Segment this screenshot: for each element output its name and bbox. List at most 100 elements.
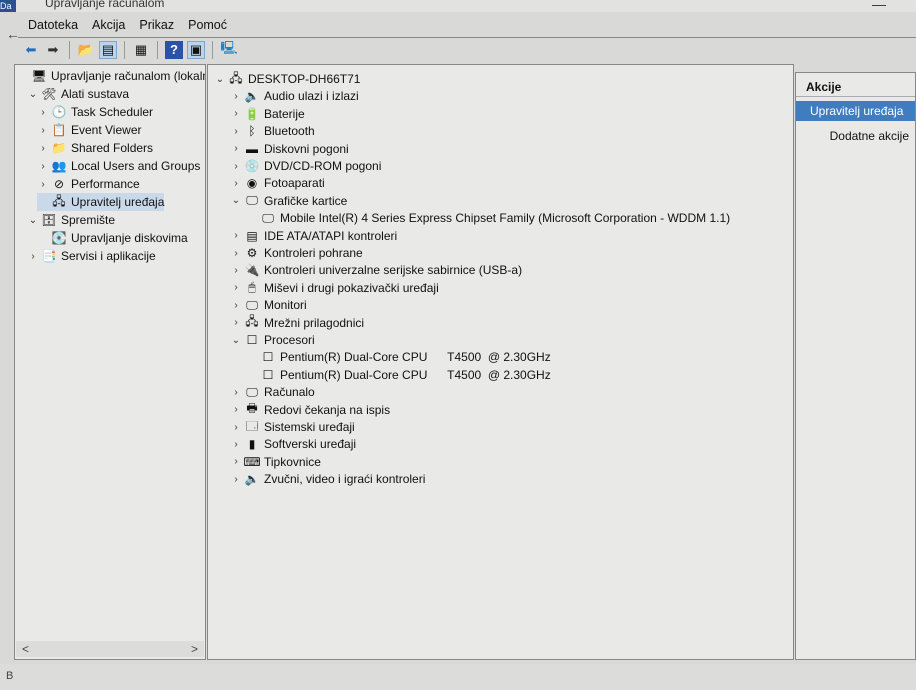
chevron-right-icon[interactable]: › bbox=[230, 282, 242, 293]
up-folder-icon[interactable]: 📂 bbox=[77, 41, 95, 59]
chevron-right-icon[interactable]: › bbox=[37, 161, 49, 172]
chevron-right-icon[interactable]: › bbox=[37, 125, 49, 136]
tree-item-shared-folders[interactable]: › 📁 Shared Folders bbox=[37, 139, 153, 157]
chevron-down-icon[interactable]: ⌄ bbox=[230, 335, 242, 346]
tree-item-kontroleri-pohrane[interactable]: › ⚙ Kontroleri pohrane bbox=[230, 244, 362, 262]
tree-item-kontroleri-univerzalne-serijske-sabirnic[interactable]: › 🔌 Kontroleri univerzalne serijske sabirn… bbox=[230, 261, 522, 279]
tree-item-rac-unalo[interactable]: › 🖵 Računalo bbox=[230, 383, 314, 401]
chevron-right-icon[interactable]: › bbox=[230, 456, 242, 467]
action-upravitelj-uredaja[interactable]: Upravitelj uređaja bbox=[796, 101, 915, 121]
properties-icon[interactable]: ▦ bbox=[132, 41, 150, 59]
tree-item-label: Spremište bbox=[61, 213, 116, 227]
chevron-right-icon[interactable]: › bbox=[230, 126, 242, 137]
tree-item-label: Servisi i aplikacije bbox=[61, 249, 156, 263]
chevron-right-icon[interactable]: › bbox=[230, 387, 242, 398]
app-badge: Da bbox=[0, 0, 16, 12]
chevron-right-icon[interactable]: › bbox=[230, 248, 242, 259]
forward-icon[interactable]: ➡ bbox=[44, 41, 62, 59]
tree-item-event-viewer[interactable]: › 📋 Event Viewer bbox=[37, 121, 141, 139]
tree-item-sistemski-ure-aji[interactable]: › 🗔 Sistemski uređaji bbox=[230, 418, 354, 436]
tree-item-spremis-te[interactable]: ⌄ 🗄 Spremište bbox=[27, 211, 115, 229]
tree-item-baterije[interactable]: › 🔋 Baterije bbox=[230, 105, 305, 123]
tree-item-local-users-and-groups[interactable]: › 👥 Local Users and Groups bbox=[37, 157, 200, 175]
tree-item-alati-sustava[interactable]: ⌄ 🛠 Alati sustava bbox=[27, 85, 129, 103]
chevron-right-icon[interactable]: › bbox=[230, 178, 242, 189]
computer-network-icon[interactable]: 🖳 bbox=[220, 40, 238, 59]
menu-pomoc[interactable]: Pomoć bbox=[188, 18, 227, 32]
tree-item-performance[interactable]: › ⊘ Performance bbox=[37, 175, 139, 193]
tree-item-audio-ulazi-i-izlazi[interactable]: › 🔈 Audio ulazi i izlazi bbox=[230, 87, 359, 105]
chevron-right-icon[interactable]: › bbox=[230, 91, 242, 102]
action-dodatne-akcije[interactable]: Dodatne akcije bbox=[830, 127, 909, 145]
tree-item-zvuc-ni-video-i-igrac-i-kontroleri[interactable]: › 🔈 Zvučni, video i igraći kontroleri bbox=[230, 470, 425, 488]
tree-item-label: Softverski uređaji bbox=[264, 437, 357, 452]
horizontal-scrollbar[interactable]: < > bbox=[16, 641, 204, 657]
tree-item-mobile-intel-r-4-series-express-chipset-[interactable]: 🖵 Mobile Intel(R) 4 Series Express Chipse… bbox=[246, 209, 730, 227]
toolbar: ⬅ ➡ 📂 ▤ ▦ ? ▣ 🖳 bbox=[18, 37, 916, 61]
chevron-right-icon[interactable]: › bbox=[37, 143, 49, 154]
device-icon: 🖵 bbox=[246, 297, 258, 312]
show-hide-tree-icon[interactable]: ▤ bbox=[99, 40, 117, 59]
menu-akcija[interactable]: Akcija bbox=[92, 18, 125, 32]
tree-item-label: Audio ulazi i izlazi bbox=[264, 89, 359, 104]
help-icon[interactable]: ? bbox=[165, 40, 183, 59]
device-icon: 🖶 bbox=[246, 401, 258, 416]
chevron-right-icon[interactable]: › bbox=[230, 317, 242, 328]
chevron-down-icon[interactable]: ⌄ bbox=[27, 215, 39, 226]
device-icon: 🖵 bbox=[262, 210, 274, 225]
chevron-right-icon[interactable]: › bbox=[230, 143, 242, 154]
actions-pane: Akcije Upravitelj uređaja Dodatne akcije bbox=[795, 72, 916, 660]
chevron-right-icon[interactable]: › bbox=[37, 107, 49, 118]
chevron-right-icon[interactable]: › bbox=[230, 422, 242, 433]
tree-item-procesori[interactable]: ⌄ ☐ Procesori bbox=[230, 331, 315, 349]
chevron-right-icon[interactable]: › bbox=[230, 439, 242, 450]
chevron-down-icon[interactable]: ⌄ bbox=[214, 74, 226, 85]
tree-item-task-scheduler[interactable]: › 🕒 Task Scheduler bbox=[37, 103, 153, 121]
chevron-right-icon[interactable]: › bbox=[230, 230, 242, 241]
back-icon[interactable]: ⬅ bbox=[22, 41, 40, 59]
menu-prikaz[interactable]: Prikaz bbox=[139, 18, 174, 32]
tree-item-diskovni-pogoni[interactable]: › ▬ Diskovni pogoni bbox=[230, 140, 348, 158]
tree-item-upravljanje-diskovima[interactable]: 💽 Upravljanje diskovima bbox=[37, 229, 188, 247]
chevron-right-icon[interactable]: › bbox=[37, 179, 49, 190]
tree-item-monitori[interactable]: › 🖵 Monitori bbox=[230, 296, 306, 314]
chevron-down-icon[interactable]: ⌄ bbox=[27, 89, 39, 100]
tree-item-upravitelj-ure-aja[interactable]: 🖧 Upravitelj uređaja bbox=[37, 193, 165, 211]
device-icon: 📁 bbox=[51, 141, 67, 155]
tree-item-softverski-ure-aji[interactable]: › ▮ Softverski uređaji bbox=[230, 435, 356, 453]
scroll-right-button[interactable]: > bbox=[191, 642, 198, 656]
tree-item-tipkovnice[interactable]: › ⌨ Tipkovnice bbox=[230, 453, 321, 471]
show-action-pane-icon[interactable]: ▣ bbox=[187, 40, 205, 59]
tree-item-servisi-i-aplikacije[interactable]: › 📑 Servisi i aplikacije bbox=[27, 247, 156, 265]
menu-datoteka[interactable]: Datoteka bbox=[28, 18, 78, 32]
tree-item-label: Baterije bbox=[264, 106, 305, 121]
chevron-right-icon[interactable]: › bbox=[230, 265, 242, 276]
device-icon: ◉ bbox=[246, 176, 258, 191]
tree-item-label: Upravljanje diskovima bbox=[71, 231, 188, 245]
tree-item-label: Event Viewer bbox=[71, 123, 142, 137]
tree-item-bluetooth[interactable]: › ᛒ Bluetooth bbox=[230, 122, 314, 140]
tree-item-desktop-dh66t71[interactable]: ⌄ 🖧 DESKTOP-DH66T71 bbox=[214, 70, 361, 88]
chevron-right-icon[interactable]: › bbox=[230, 161, 242, 172]
tree-item-grafic-ke-kartice[interactable]: ⌄ 🖵 Grafičke kartice bbox=[230, 192, 348, 210]
tree-item-mis-evi-i-drugi-pokazivac-ki-ure-aji[interactable]: › 🖱 Miševi i drugi pokazivački uređaji bbox=[230, 279, 438, 297]
tree-item-pentium-r-dual-core-cpu-t4500-2-30ghz[interactable]: ☐ Pentium(R) Dual-Core CPU T4500 @ 2.30GH… bbox=[246, 348, 551, 366]
minimize-button[interactable]: — bbox=[872, 0, 886, 12]
tree-item-mrez-ni-prilagodnici[interactable]: › 🖧 Mrežni prilagodnici bbox=[230, 314, 364, 332]
chevron-right-icon[interactable]: › bbox=[27, 251, 39, 262]
device-icon: ☐ bbox=[262, 350, 274, 365]
tree-item-upravljanje-rac-unalom-lokalno[interactable]: 🖥 Upravljanje računalom (lokalno) bbox=[17, 67, 205, 85]
chevron-right-icon[interactable]: › bbox=[230, 474, 242, 485]
scroll-left-button[interactable]: < bbox=[22, 642, 29, 656]
tree-item-label: Zvučni, video i igraći kontroleri bbox=[264, 472, 426, 487]
tree-item-label: Grafičke kartice bbox=[264, 193, 348, 208]
tree-item-dvd-cd-rom-pogoni[interactable]: › 💿 DVD/CD-ROM pogoni bbox=[230, 157, 381, 175]
tree-item-ide-ata-atapi-kontroleri[interactable]: › ▤ IDE ATA/ATAPI kontroleri bbox=[230, 227, 397, 245]
chevron-right-icon[interactable]: › bbox=[230, 300, 242, 311]
chevron-right-icon[interactable]: › bbox=[230, 108, 242, 119]
device-icon: 🛠 bbox=[41, 87, 57, 101]
chevron-down-icon[interactable]: ⌄ bbox=[230, 195, 242, 206]
tree-item-pentium-r-dual-core-cpu-t4500-2-30ghz[interactable]: ☐ Pentium(R) Dual-Core CPU T4500 @ 2.30GH… bbox=[246, 366, 551, 384]
tree-item-fotoaparati[interactable]: › ◉ Fotoaparati bbox=[230, 174, 324, 192]
chevron-right-icon[interactable]: › bbox=[230, 404, 242, 415]
